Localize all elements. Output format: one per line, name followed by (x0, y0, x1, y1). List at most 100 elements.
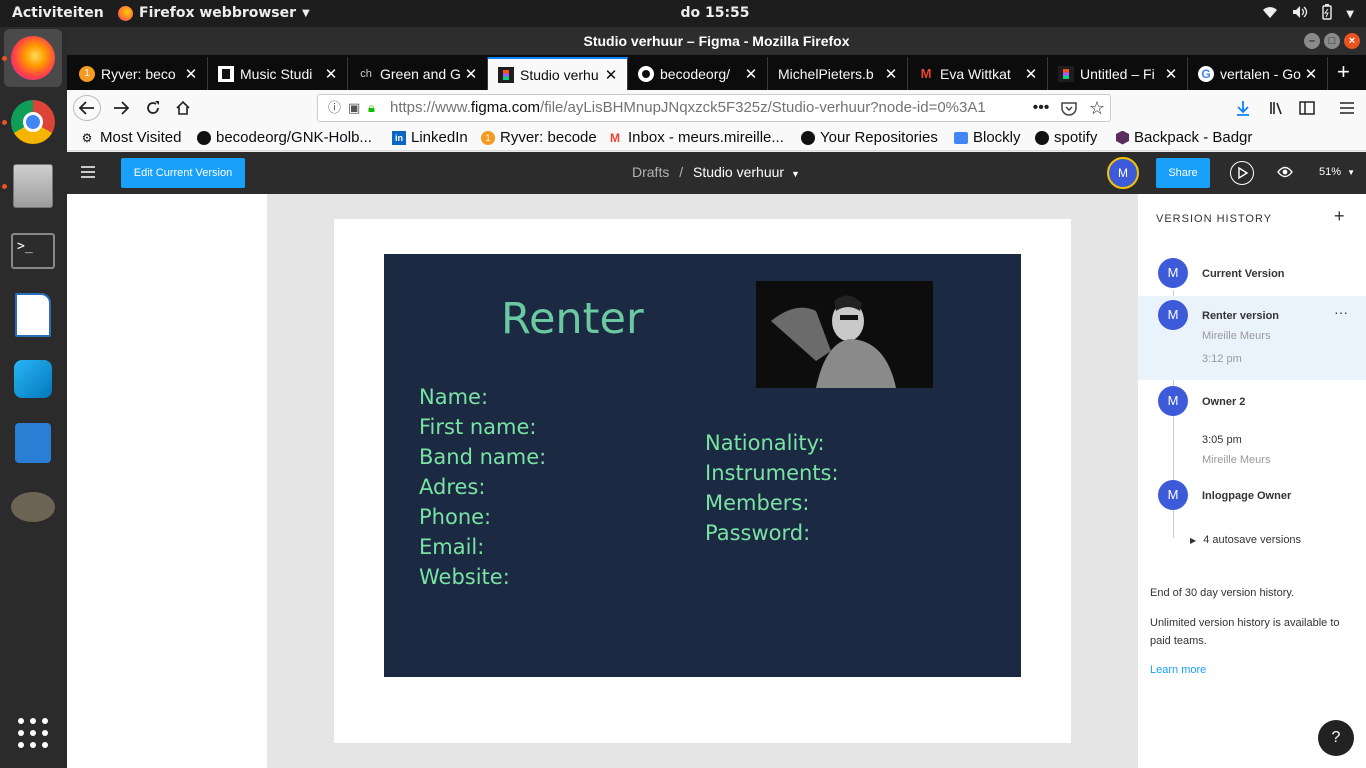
more-options-icon[interactable]: ··· (1334, 304, 1348, 320)
card-title: Renter (501, 294, 644, 344)
bookmark-ryver[interactable]: 1 Ryver: becode (481, 129, 597, 146)
tab-close-icon[interactable]: ✕ (183, 65, 199, 83)
tab-close-icon[interactable]: ✕ (1303, 65, 1319, 83)
show-applications-button[interactable] (4, 704, 62, 762)
bookmark-most-visited[interactable]: ⚙ Most Visited (79, 129, 182, 146)
bookmark-inbox[interactable]: M Inbox - meurs.mireille... (607, 129, 784, 146)
tab-music-studio[interactable]: Music Studi ✕ (208, 57, 348, 90)
app-menu-button[interactable] (1333, 95, 1361, 121)
avatar: M (1158, 258, 1188, 288)
tab-michelpieters[interactable]: MichelPieters.b ✕ (768, 57, 908, 90)
version-item-owner-2[interactable]: M Owner 2 3:05 pm Mireille Meurs (1138, 386, 1366, 470)
bookmark-becodeorg[interactable]: becodeorg/GNK-Holb... (197, 129, 372, 146)
tab-close-icon[interactable]: ✕ (603, 66, 619, 84)
dock-files[interactable] (4, 157, 62, 215)
pocket-button[interactable] (1055, 95, 1083, 121)
tab-ryver[interactable]: 1 Ryver: beco ✕ (69, 57, 208, 90)
version-item-current[interactable]: M Current Version (1138, 254, 1366, 294)
figma-canvas[interactable]: Renter Name: First name: Band name: Adre… (267, 194, 1137, 768)
version-time: 3:12 pm (1202, 353, 1242, 365)
url-domain: figma.com (470, 99, 541, 116)
clock[interactable]: do 15:55 (0, 5, 1366, 21)
dock-gimp[interactable] (4, 478, 62, 536)
present-button[interactable] (1230, 161, 1254, 185)
tab-becodeorg[interactable]: becodeorg/ ✕ (628, 57, 768, 90)
navigation-toolbar: ⓘ ▣ 🔒︎ https://www.figma.com/file/ayLisB… (67, 90, 1366, 126)
tab-green-and[interactable]: ch Green and G ✕ (348, 57, 488, 90)
file-name[interactable]: Studio verhuur (693, 164, 784, 180)
downloads-button[interactable] (1229, 95, 1257, 121)
bookmark-badgr[interactable]: Backpack - Badgr (1116, 129, 1252, 146)
user-avatar[interactable]: M (1107, 157, 1139, 189)
tab-studio-verhuur[interactable]: Studio verhu ✕ (488, 57, 628, 90)
bookmark-your-repositories[interactable]: Your Repositories (801, 129, 938, 146)
version-item-renter[interactable]: M Renter version Mireille Meurs 3:12 pm … (1138, 296, 1366, 380)
url-bar[interactable]: ⓘ ▣ 🔒︎ https://www.figma.com/file/ayLisB… (317, 94, 1111, 122)
wifi-icon (1262, 5, 1278, 23)
dock-terminal[interactable]: >_ (4, 222, 62, 280)
tab-close-icon[interactable]: ✕ (1163, 65, 1179, 83)
view-settings-button[interactable] (1277, 164, 1293, 185)
forward-button[interactable] (107, 95, 135, 121)
share-button[interactable]: Share (1156, 158, 1210, 188)
dock-writer[interactable] (4, 286, 62, 344)
system-tray[interactable]: ▼ (1262, 4, 1354, 24)
tab-eva-wittkat[interactable]: M Eva Wittkat ✕ (908, 57, 1048, 90)
new-tab-button[interactable]: + (1337, 59, 1350, 85)
figma-menu-button[interactable] (81, 165, 95, 183)
tab-close-icon[interactable]: ✕ (323, 65, 339, 83)
chrome-icon (11, 100, 55, 144)
dock-chrome[interactable] (4, 93, 62, 151)
canvas-left-area[interactable] (67, 194, 267, 768)
tab-label: Untitled – Fi (1080, 65, 1155, 82)
tab-close-icon[interactable]: ✕ (883, 65, 899, 83)
zoom-control[interactable]: 51% ▼ (1319, 166, 1355, 178)
renter-card[interactable]: Renter Name: First name: Band name: Adre… (384, 254, 1021, 677)
bookmark-label: LinkedIn (411, 129, 468, 146)
breadcrumb-drafts[interactable]: Drafts (632, 164, 669, 180)
minimize-button[interactable]: – (1304, 33, 1320, 49)
github-icon (638, 65, 654, 82)
autosave-label: 4 autosave versions (1203, 534, 1302, 546)
tab-vertalen[interactable]: G vertalen - Go ✕ (1188, 57, 1328, 90)
vscode-icon (15, 423, 51, 463)
sidebar-icon (1299, 101, 1315, 115)
library-button[interactable] (1263, 95, 1291, 121)
tab-close-icon[interactable]: ✕ (1023, 65, 1039, 83)
page-actions-button[interactable]: ••• (1027, 95, 1055, 121)
window-titlebar[interactable]: Studio verhuur – Figma - Mozilla Firefox… (67, 27, 1366, 55)
add-version-button[interactable]: + (1334, 206, 1345, 227)
edit-current-version-button[interactable]: Edit Current Version (121, 158, 245, 188)
permissions-icon[interactable]: ▣ (348, 95, 360, 121)
version-item-inlogpage[interactable]: M Inlogpage Owner (1138, 480, 1366, 514)
back-button[interactable] (73, 95, 101, 121)
tab-close-icon[interactable]: ✕ (743, 65, 759, 83)
chevron-down-icon: ▼ (1347, 168, 1356, 177)
bookmark-star-button[interactable]: ☆ (1083, 95, 1111, 121)
bookmark-blockly[interactable]: Blockly (954, 129, 1021, 146)
help-button[interactable]: ? (1318, 720, 1354, 756)
hamburger-icon (81, 166, 95, 178)
system-menu-chevron-icon: ▼ (1346, 8, 1354, 20)
reload-button[interactable] (139, 95, 167, 121)
lock-icon[interactable]: 🔒︎ (368, 95, 375, 121)
tab-untitled-figma[interactable]: Untitled – Fi ✕ (1048, 57, 1188, 90)
dock-vscode[interactable] (4, 414, 62, 472)
terminal-icon: >_ (11, 233, 55, 269)
close-window-button[interactable]: × (1344, 33, 1360, 49)
bookmark-spotify[interactable]: spotify (1035, 129, 1097, 146)
star-icon: ☆ (1088, 97, 1106, 118)
home-button[interactable] (169, 95, 197, 121)
dock-firefox[interactable] (4, 29, 62, 87)
sidebar-button[interactable] (1293, 95, 1321, 121)
bookmark-linkedin[interactable]: in LinkedIn (392, 129, 468, 146)
info-icon[interactable]: ⓘ (328, 95, 341, 121)
learn-more-link[interactable]: Learn more (1150, 664, 1206, 676)
tab-close-icon[interactable]: ✕ (463, 65, 479, 83)
gimp-icon (11, 492, 55, 522)
autosave-toggle[interactable]: ▶ 4 autosave versions (1190, 534, 1301, 546)
chevron-down-icon[interactable]: ▼ (791, 169, 800, 179)
musician-photo (756, 281, 933, 388)
maximize-button[interactable]: □ (1324, 33, 1340, 49)
dock-krita[interactable] (4, 350, 62, 408)
